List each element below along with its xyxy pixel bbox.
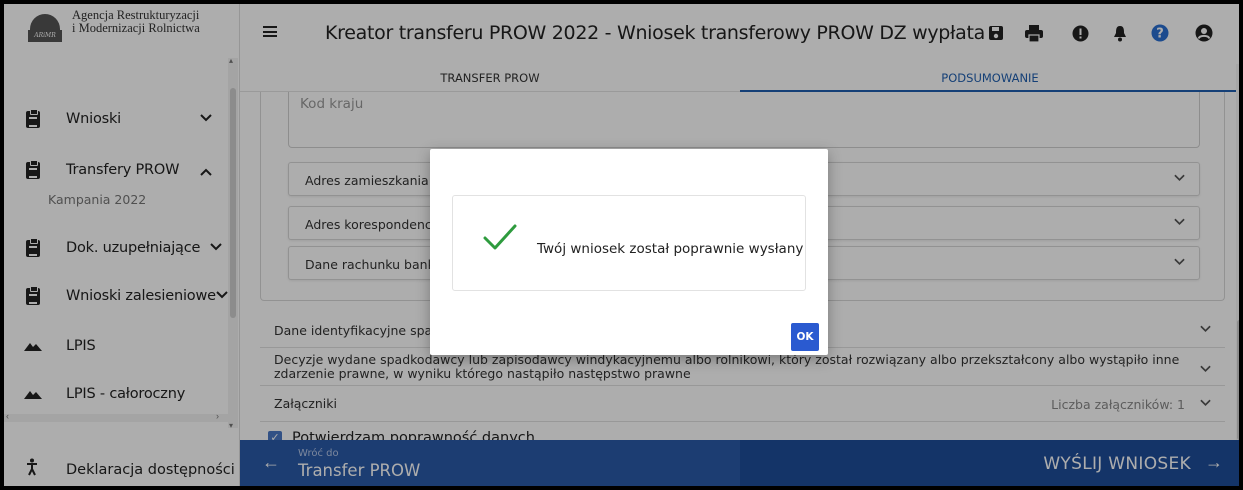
app-window: ARiMR Agencja Restrukturyzacji i Moderni… xyxy=(4,4,1239,486)
success-dialog: Twój wniosek został poprawnie wysłany OK xyxy=(430,149,828,355)
ok-button[interactable]: OK xyxy=(791,323,819,351)
success-message: Twój wniosek został poprawnie wysłany xyxy=(537,241,804,257)
message-box: Twój wniosek został poprawnie wysłany xyxy=(452,195,806,291)
checkmark-icon xyxy=(483,222,517,252)
